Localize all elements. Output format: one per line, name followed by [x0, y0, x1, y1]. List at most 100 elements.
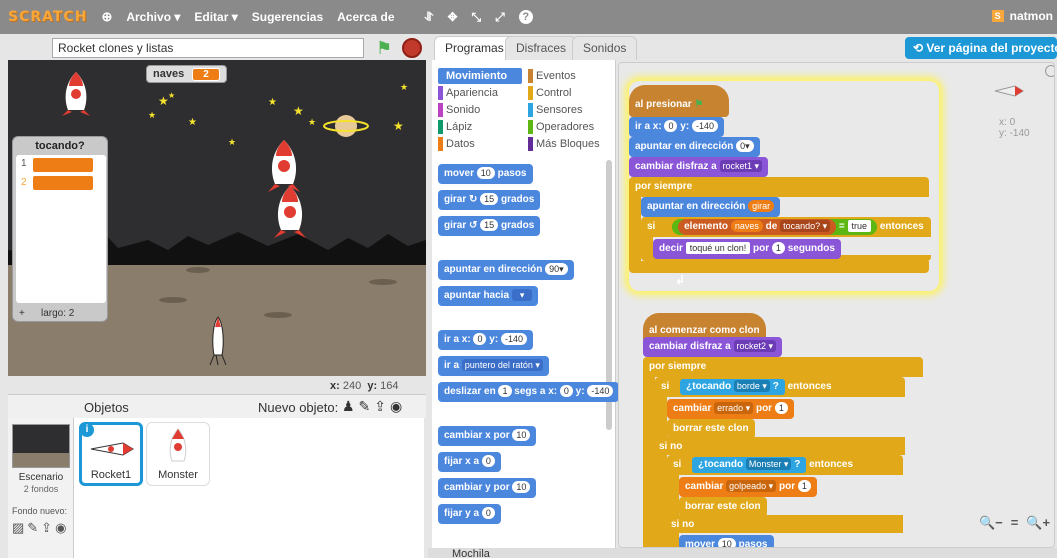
svg-text:★: ★ [393, 119, 404, 133]
help-icon[interactable]: ? [518, 10, 533, 24]
sprites-title: Objetos [84, 400, 129, 415]
variable-monitor-naves[interactable]: naves 2 [146, 65, 227, 83]
username: natmon [1009, 9, 1053, 23]
sprite-x: x: 0 [999, 117, 1016, 128]
shrink-icon[interactable]: ⤢ [495, 10, 505, 25]
sprite-name: Monster [158, 469, 198, 481]
info-icon[interactable]: i [80, 423, 94, 437]
list-index: 2 [21, 177, 27, 188]
block-decir[interactable]: decir toqué un clon! por 1 segundos [653, 239, 841, 259]
view-project-button[interactable]: ⟲ Ver página del proyecto [905, 37, 1057, 59]
svg-text:★: ★ [268, 97, 277, 108]
list-add-button[interactable]: + [19, 308, 25, 319]
list-index: 1 [21, 158, 27, 169]
category-apariencia[interactable]: Apariencia [438, 85, 522, 101]
globe-icon[interactable]: ⊕ [101, 9, 112, 25]
variable-label: naves [153, 68, 185, 80]
block-igual[interactable]: elemento naves de tocando? ▾ = true [672, 219, 878, 235]
variable-value: 2 [192, 67, 220, 81]
tab-sonidos[interactable]: Sonidos [572, 36, 638, 60]
block-apuntar-direccion[interactable]: apuntar en dirección 0▾ [629, 137, 760, 157]
block-cambiar-variable[interactable]: cambiar golpeado ▾ por 1 [679, 477, 817, 497]
block-mover[interactable]: mover 10 pasos [438, 164, 533, 184]
block-fijar-y[interactable]: fijar y a 0 [438, 504, 501, 524]
zoom-reset-icon[interactable]: = [1011, 515, 1019, 531]
block-ir-a-xy[interactable]: ir a x: 0 y: -140 [629, 117, 724, 137]
menu-archivo[interactable]: Archivo ▾ [126, 10, 180, 24]
else-label: si no [659, 441, 683, 452]
new-sprite-tools[interactable]: ♟✎⇪◉ [342, 398, 406, 415]
block-apuntar-direccion[interactable]: apuntar en dirección girar [641, 197, 781, 217]
category-movimiento[interactable]: Movimiento [438, 68, 522, 84]
delete-tool-icon[interactable]: ✥ [447, 10, 457, 24]
block-girar-izquierda[interactable]: girar ↺ 15 grados [438, 216, 541, 236]
green-flag-icon: ⚑ [694, 99, 704, 110]
category-sonido[interactable]: Sonido [438, 102, 522, 118]
monster-sprite[interactable] [206, 315, 230, 367]
block-cambiar-disfraz[interactable]: cambiar disfraz a rocket1 ▾ [629, 157, 769, 177]
green-flag-icon[interactable]: ⚑ [376, 38, 396, 58]
block-cambiar-x[interactable]: cambiar x por 10 [438, 426, 537, 446]
block-borrar-clon[interactable]: borrar este clon [667, 419, 755, 439]
list-item[interactable] [32, 175, 94, 191]
scripts-area[interactable]: al presionar ⚑ ir a x: 0 y: -140 apuntar… [618, 62, 1055, 548]
user-menu[interactable]: S natmon [991, 9, 1053, 23]
block-ir-a-xy[interactable]: ir a x: 0 y: -140 [438, 330, 533, 350]
mouse-coords: x: 240 y: 164 [330, 380, 399, 392]
duplicate-icon[interactable]: ⥯ [425, 10, 434, 25]
menu-editar[interactable]: Editar ▾ [194, 10, 237, 24]
block-deslizar[interactable]: deslizar en 1 segs a x: 0 y: -140 [438, 382, 620, 402]
svg-text:★: ★ [293, 104, 304, 118]
menu-sugerencias[interactable]: Sugerencias [252, 10, 323, 24]
list-monitor-tocando[interactable]: tocando? 1 2 + largo: 2 [12, 136, 108, 322]
backpack[interactable]: Mochila [428, 548, 1057, 558]
category-lapiz[interactable]: Lápiz [438, 119, 522, 135]
block-tocando[interactable]: ¿tocando Monster ▾ ? [692, 457, 807, 473]
rocket-sprite[interactable] [60, 70, 92, 118]
grow-icon[interactable]: ⤡ [472, 10, 482, 25]
category-eventos[interactable]: Eventos [528, 68, 612, 84]
zoom-in-icon[interactable]: 🔍+ [1026, 515, 1050, 531]
stage-thumbnail[interactable] [12, 424, 70, 468]
list-title: tocando? [35, 140, 85, 152]
new-backdrop-tools[interactable]: ▨✎⇪◉ [12, 520, 69, 536]
category-datos[interactable]: Datos [438, 136, 522, 152]
stage[interactable]: ★ ★ ★ ★ ★ ★ ★ ★ ★ ★ naves 2 tocando? 1 2… [8, 60, 426, 376]
rocket-icon [90, 442, 134, 456]
scratch-logo[interactable]: SCRATCH [8, 9, 87, 25]
category-sensores[interactable]: Sensores [528, 102, 612, 118]
sprite-direction-icon [994, 85, 1024, 97]
stage-pane[interactable]: Escenario 2 fondos Fondo nuevo: ▨✎⇪◉ [8, 418, 74, 558]
tab-disfraces[interactable]: Disfraces [505, 36, 578, 60]
svg-text:★: ★ [148, 110, 156, 120]
block-elemento-lista[interactable]: elemento naves de tocando? ▾ [678, 219, 837, 235]
block-mover[interactable]: mover 10 pasos [679, 535, 774, 547]
tab-programas[interactable]: Programas [434, 36, 515, 62]
new-sprite-label: Nuevo objeto: [258, 400, 339, 415]
block-cambiar-y[interactable]: cambiar y por 10 [438, 478, 537, 498]
sprite-thumb-monster[interactable]: Monster [146, 422, 210, 486]
project-title-input[interactable]: Rocket clones y listas [52, 38, 364, 58]
stop-button[interactable] [402, 38, 422, 58]
rocket-clone-sprite[interactable] [272, 184, 308, 240]
menu-acerca-de[interactable]: Acerca de [337, 10, 394, 24]
block-apuntar-direccion[interactable]: apuntar en dirección 90▾ [438, 260, 574, 280]
category-operadores[interactable]: Operadores [528, 119, 612, 135]
zoom-out-icon[interactable]: 🔍− [979, 515, 1003, 531]
block-borrar-clon[interactable]: borrar este clon [679, 497, 767, 517]
stage-name: Escenario [18, 472, 64, 483]
new-backdrop-label: Fondo nuevo: [12, 506, 68, 516]
block-fijar-x[interactable]: fijar x a 0 [438, 452, 501, 472]
block-apuntar-hacia[interactable]: apuntar hacia ▾ [438, 286, 539, 306]
block-al-presionar[interactable]: al presionar ⚑ [629, 85, 729, 117]
category-mas-bloques[interactable]: Más Bloques [528, 136, 612, 152]
block-cambiar-disfraz[interactable]: cambiar disfraz a rocket2 ▾ [643, 337, 783, 357]
block-girar-derecha[interactable]: girar ↻ 15 grados [438, 190, 541, 210]
block-ir-a[interactable]: ir a puntero del ratón ▾ [438, 356, 549, 376]
block-tocando[interactable]: ¿tocando borde ▾ ? [680, 379, 785, 395]
block-cambiar-variable[interactable]: cambiar errado ▾ por 1 [667, 399, 794, 419]
sprite-thumb-rocket1[interactable]: i Rocket1 [79, 422, 143, 486]
list-item[interactable] [32, 157, 94, 173]
category-control[interactable]: Control [528, 85, 612, 101]
scripts-scroll-handle[interactable] [1045, 65, 1054, 77]
